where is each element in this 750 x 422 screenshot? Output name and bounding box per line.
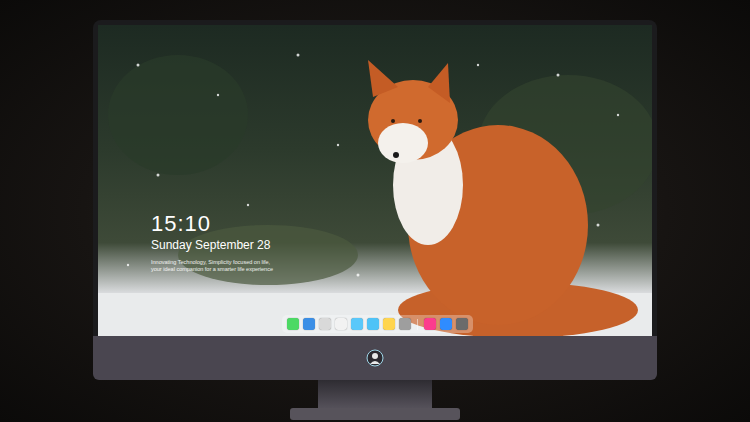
dock-app-icon[interactable] [335,318,347,330]
lock-screen-info: 15:10 Sunday September 28 Innovating Tec… [151,211,273,273]
tagline-line: your ideal companion for a smarter life … [151,266,273,273]
brand-logo-icon [366,349,384,367]
screen: 15:10 Sunday September 28 Innovating Tec… [98,25,652,336]
dock-app-icon[interactable] [456,318,468,330]
monitor-neck [318,380,432,408]
tagline-line: Innovating Technology, Simplicity focuse… [151,259,273,266]
dock-separator [417,319,418,330]
fox-wallpaper-icon [98,25,652,336]
dock-app-icon[interactable] [319,318,331,330]
page: 15:10 Sunday September 28 Innovating Tec… [0,0,750,422]
dock-app-icon[interactable] [351,318,363,330]
monitor-chin [93,336,657,380]
tagline: Innovating Technology, Simplicity focuse… [151,259,273,273]
dock-app-icon[interactable] [287,318,299,330]
dock [282,315,473,333]
dock-app-icon[interactable] [383,318,395,330]
dock-app-icon[interactable] [303,318,315,330]
date: Sunday September 28 [151,238,273,253]
dock-app-icon[interactable] [440,318,452,330]
dock-app-icon[interactable] [367,318,379,330]
monitor-frame: 15:10 Sunday September 28 Innovating Tec… [93,20,657,336]
dock-app-icon[interactable] [424,318,436,330]
clock: 15:10 [151,211,273,237]
monitor-base [290,408,460,420]
dock-app-icon[interactable] [399,318,411,330]
